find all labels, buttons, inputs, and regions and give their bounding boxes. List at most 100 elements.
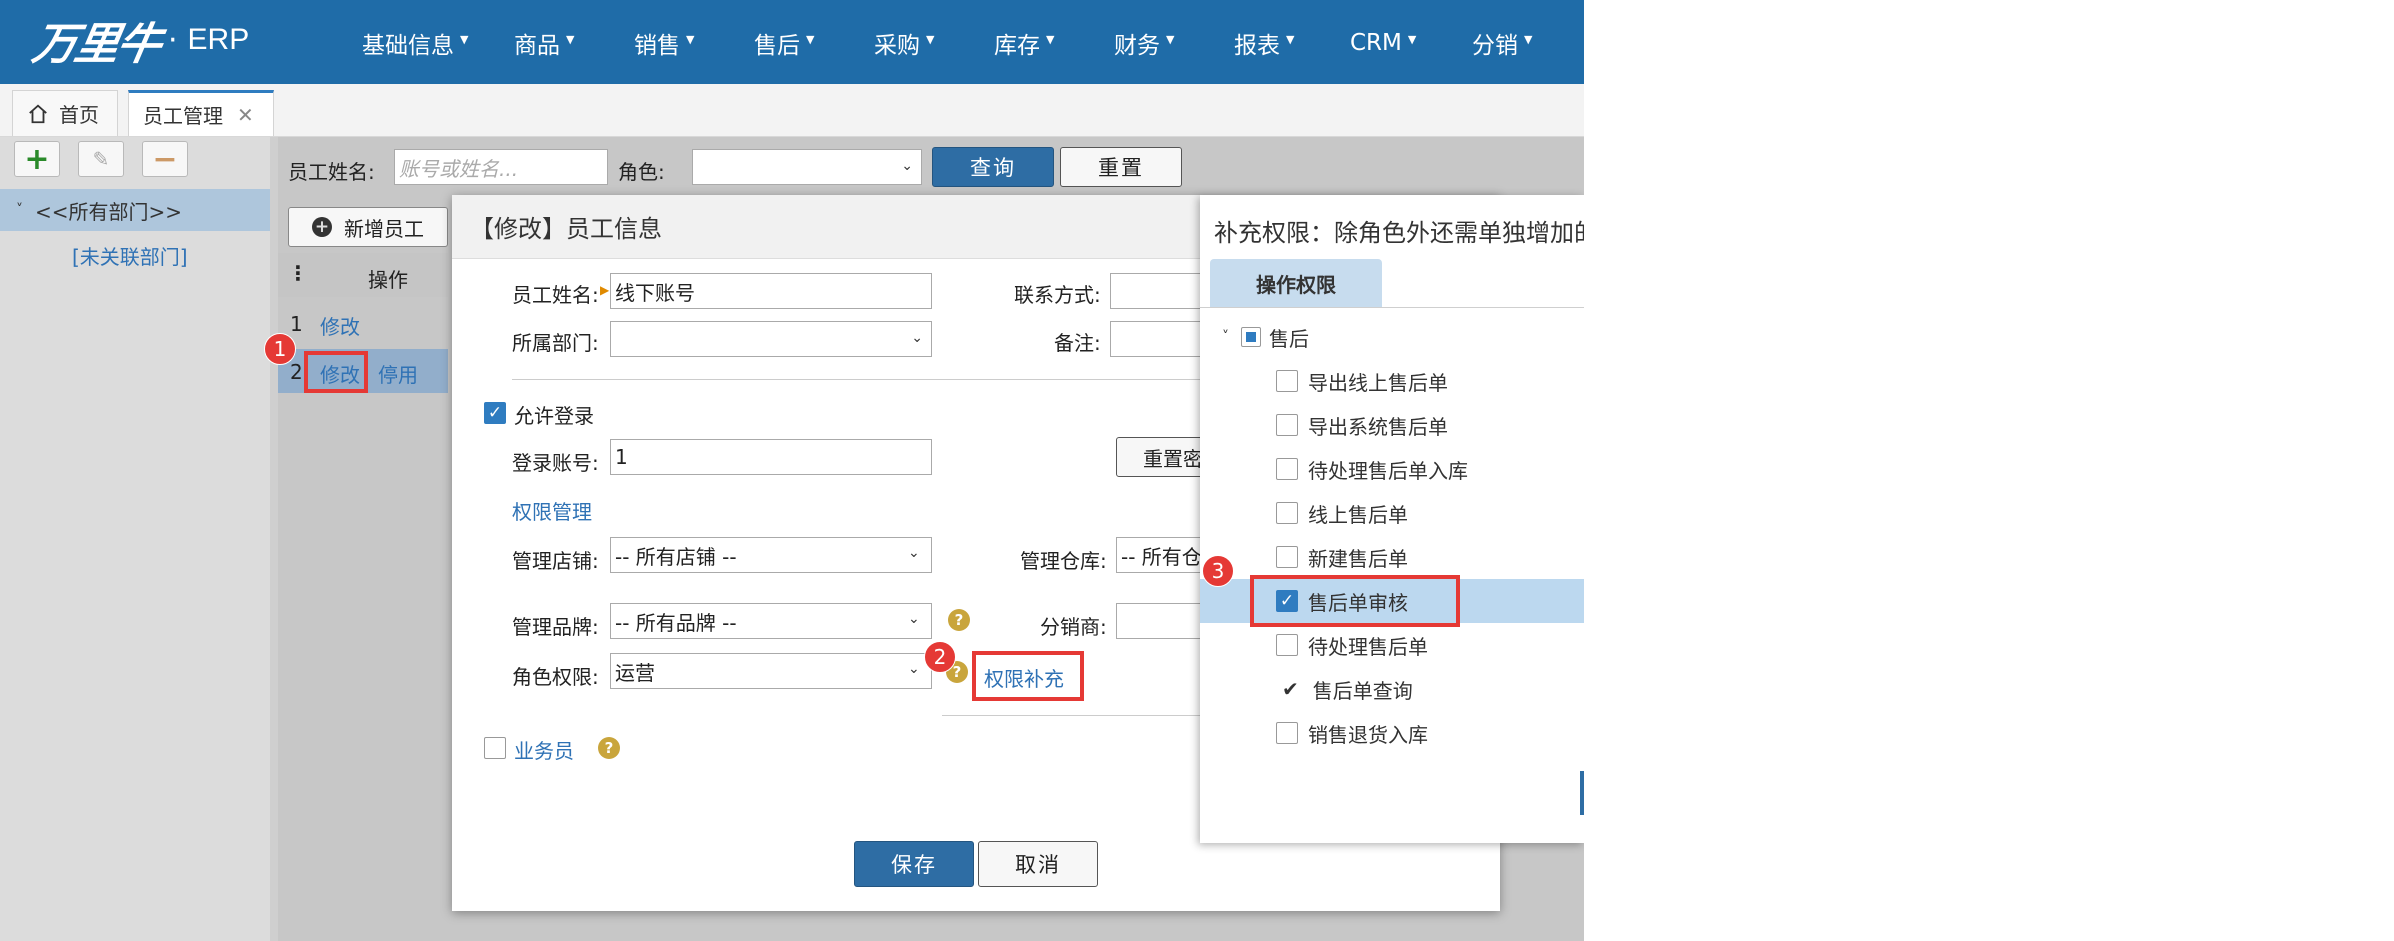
nav-label: 报表 [1234, 33, 1280, 59]
role-permission-select[interactable]: 运营 [610, 653, 932, 689]
checkmark-icon: ✔ [1282, 677, 1299, 701]
permission-label: 新建售后单 [1308, 546, 1408, 571]
reset-button[interactable]: 重置 [1060, 147, 1182, 187]
nav-purchase[interactable]: 采购 ▼ [874, 28, 935, 60]
remove-department-button[interactable]: − [142, 141, 188, 177]
nav-basic-info[interactable]: 基础信息 ▼ [362, 28, 468, 60]
distributor-label: 分销商: [1040, 615, 1107, 639]
grid-header: ⋮ 操作 [278, 253, 448, 297]
step-badge-1: 1 [264, 333, 296, 365]
logo-mark: 万里牛 [28, 19, 164, 70]
tree-node-unlinked[interactable]: [未关联部门] [72, 241, 188, 270]
allow-login-checkbox[interactable]: ✓ [484, 402, 506, 424]
row2-disable-link[interactable]: 停用 [378, 359, 418, 388]
nav-label: 分销 [1472, 33, 1518, 59]
name-input[interactable]: 线下账号 [610, 273, 932, 309]
permission-item[interactable]: 待处理售后单 [1200, 623, 1584, 667]
nav-products[interactable]: 商品 ▼ [514, 28, 575, 60]
nav-sales[interactable]: 销售 ▼ [634, 28, 694, 60]
help-icon[interactable]: ? [598, 737, 620, 759]
nav-label: CRM [1350, 30, 1402, 56]
filter-name-input[interactable]: 账号或姓名... [394, 149, 608, 185]
caret-icon: ▼ [1407, 32, 1417, 46]
nav-crm[interactable]: CRM ▼ [1350, 28, 1416, 58]
tree-root-all-departments[interactable]: ˅ <<所有部门>> [0, 189, 270, 231]
tree-root-label: <<所有部门>> [35, 199, 183, 224]
caret-icon: ▼ [566, 32, 575, 46]
logo[interactable]: 万里牛 · ERP [29, 12, 250, 70]
tab-home[interactable]: 首页 [12, 90, 118, 136]
tab-operation-permissions[interactable]: 操作权限 [1210, 259, 1382, 307]
permission-label: 线上售后单 [1308, 502, 1408, 527]
salesman-label: 业务员 [514, 739, 574, 763]
permission-checkbox[interactable] [1276, 502, 1298, 524]
filter-role-select[interactable]: ⌄ [692, 149, 922, 185]
permission-label: 待处理售后单 [1308, 634, 1428, 659]
nav-reports[interactable]: 报表 ▼ [1234, 28, 1294, 60]
contact-label: 联系方式: [1014, 283, 1101, 307]
nav-distribution[interactable]: 分销 ▼ [1472, 28, 1532, 60]
app-window: 万里牛 · ERP 基础信息 ▼ 商品 ▼ 销售 ▼ 售后 ▼ 采购 ▼ 库存 ▼ 财务 ▼ … [0, 0, 1584, 941]
row1-edit-link[interactable]: 修改 [320, 311, 360, 340]
permission-checkbox[interactable] [1276, 370, 1298, 392]
permission-item[interactable]: 线上售后单 [1200, 491, 1584, 535]
permission-checkbox[interactable] [1276, 634, 1298, 656]
logo-dot: · [168, 22, 178, 58]
caret-icon: ▼ [1046, 32, 1055, 46]
filter-name-label: 员工姓名: [288, 160, 375, 184]
nav-aftersales[interactable]: 售后 ▼ [754, 28, 814, 60]
permission-checkbox[interactable] [1276, 458, 1298, 480]
salesman-checkbox[interactable] [484, 737, 506, 759]
chevron-down-icon[interactable]: ˅ [16, 202, 23, 218]
permission-label: 导出线上售后单 [1308, 370, 1448, 395]
tab-employee-management[interactable]: 员工管理 ✕ [128, 90, 274, 136]
permission-checkbox[interactable] [1276, 414, 1298, 436]
permission-item[interactable]: 导出系统售后单 [1200, 403, 1584, 447]
tab-underline [1200, 307, 1584, 308]
permission-group-aftersales[interactable]: ˅ 售后 [1200, 315, 1584, 359]
partial-checkbox[interactable] [1241, 327, 1261, 347]
help-icon[interactable]: ? [948, 609, 970, 631]
allow-login-label: 允许登录 [514, 404, 594, 428]
cancel-button[interactable]: 取消 [978, 841, 1098, 887]
panel-button-edge[interactable] [1580, 771, 1584, 815]
save-button[interactable]: 保存 [854, 841, 974, 887]
chevron-down-icon[interactable]: ˅ [1222, 329, 1229, 345]
nav-label: 财务 [1114, 33, 1160, 59]
permission-checkbox[interactable] [1276, 722, 1298, 744]
warehouse-label: 管理仓库: [1020, 549, 1107, 573]
caret-icon: ▼ [1166, 32, 1175, 46]
brand-select[interactable]: -- 所有品牌 -- [610, 603, 932, 639]
new-employee-button[interactable]: + 新增员工 [288, 207, 448, 247]
department-select[interactable]: ⌄ [610, 321, 932, 357]
highlight-box-audit [1250, 575, 1460, 627]
nav-inventory[interactable]: 库存 ▼ [994, 28, 1055, 60]
login-account-input[interactable]: 1 [610, 439, 932, 475]
nav-finance[interactable]: 财务 ▼ [1114, 28, 1175, 60]
query-button[interactable]: 查询 [932, 147, 1054, 187]
edit-department-button[interactable]: ✎ [78, 141, 124, 177]
highlight-box-permission-link [972, 651, 1084, 701]
permission-label: 销售退货入库 [1308, 722, 1428, 747]
add-department-button[interactable]: + [14, 141, 60, 177]
name-label: 员工姓名: [512, 283, 599, 307]
nav-label: 采购 [874, 33, 920, 59]
permission-item[interactable]: 导出线上售后单 [1200, 359, 1584, 403]
permission-item[interactable]: 待处理售后单入库 [1200, 447, 1584, 491]
panel-splitter[interactable] [270, 137, 278, 941]
permission-item[interactable]: 新建售后单 [1200, 535, 1584, 579]
divider [512, 379, 1242, 380]
step-badge-3: 3 [1202, 555, 1234, 587]
nav-label: 商品 [514, 33, 560, 59]
permission-label: 导出系统售后单 [1308, 414, 1448, 439]
highlight-box-edit [304, 351, 368, 393]
shop-select[interactable]: -- 所有店铺 -- [610, 537, 932, 573]
chevron-down-icon: ⌄ [911, 330, 923, 346]
caret-icon: ▼ [926, 32, 935, 46]
permission-checkbox[interactable] [1276, 546, 1298, 568]
home-icon [29, 104, 47, 123]
permission-item[interactable]: 销售退货入库 [1200, 711, 1584, 755]
permission-item-inherited: ✔ 售后单查询 [1200, 667, 1584, 711]
column-menu-icon[interactable]: ⋮ [288, 261, 308, 285]
close-icon[interactable]: ✕ [237, 103, 254, 127]
